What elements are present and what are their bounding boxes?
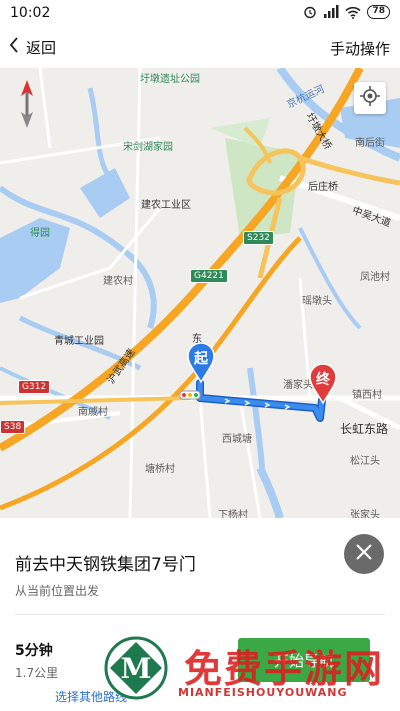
road-shield-s38: S38 — [0, 420, 26, 434]
watermark: M 免费手游网 MIANFEISHOUYOUWANG — [104, 636, 394, 711]
divider — [15, 614, 385, 615]
start-pin-label: 起 — [194, 351, 208, 367]
wifi-icon — [345, 6, 362, 19]
start-pin[interactable]: 起 — [187, 342, 215, 384]
end-pin[interactable]: 终 — [309, 363, 337, 405]
end-pin-label: 终 — [316, 372, 330, 388]
map-label-qingcheng: 青城工业园 — [54, 336, 104, 347]
road-shield-s232: S232 — [243, 231, 274, 245]
watermark-subtitle: MIANFEISHOUYOUWANG — [178, 686, 348, 699]
map-label-houzhuangqiao: 后庄桥 — [308, 182, 338, 193]
route-duration: 5分钟 — [15, 643, 53, 659]
map-label-xiazhuang: 下杨村 — [218, 510, 248, 518]
map-label-nanhoujia: 南后街 — [355, 138, 385, 149]
map-label-jiannong: 建农工业区 — [141, 200, 191, 211]
destination-title: 前去中天钢铁集团7号门 — [15, 555, 196, 575]
close-button[interactable] — [344, 534, 384, 574]
status-bar: 10:02 78 — [0, 0, 400, 26]
compass-icon[interactable] — [12, 78, 42, 130]
map-label-tangqiao: 塘桥村 — [145, 464, 175, 475]
watermark-logo: M — [104, 636, 168, 700]
map-label-zhang: 张家头 — [350, 510, 380, 518]
watermark-title: 免费手游网 — [184, 646, 385, 691]
map-label-yaodun: 瑶墩头 — [302, 296, 332, 307]
map-label-songjianhu: 宋剑湖家园 — [123, 142, 173, 153]
map-label-fengchi: 凤池村 — [360, 272, 390, 283]
svg-text:M: M — [121, 652, 152, 685]
map-label-dejia: 得园 — [30, 228, 50, 239]
road-shield-g312: G312 — [18, 380, 51, 394]
map-label-jiannong-village: 建农村 — [103, 276, 133, 287]
locate-button[interactable] — [354, 82, 386, 114]
header: 返回 手动操作 — [0, 26, 400, 68]
chevron-left-icon — [8, 36, 20, 58]
status-icons: 78 — [303, 5, 390, 19]
alarm-icon — [303, 5, 317, 19]
route-distance: 1.7公里 — [15, 666, 59, 680]
signal-icon — [323, 5, 339, 19]
crosshair-icon — [360, 86, 380, 110]
back-label: 返回 — [26, 38, 57, 57]
status-time: 10:02 — [10, 5, 51, 21]
map-label-xicheng: 西城塘 — [222, 434, 252, 445]
back-button[interactable]: 返回 — [8, 36, 56, 58]
map-label-yudun-park: 圩墩遗址公园 — [140, 74, 200, 85]
manual-operation-button[interactable]: 手动操作 — [330, 38, 390, 59]
map-label-songjiang: 松江头 — [350, 456, 380, 467]
map-label-nanwei: 南戚村 — [78, 407, 108, 418]
road-shield-g4221: G4221 — [190, 269, 228, 283]
map-view[interactable]: 圩墩遗址公园 京杭运河 宋剑湖家园 建农工业区 后庄桥 中吴大道 南后街 圩墩大… — [0, 68, 400, 518]
map-label-changhong: 长虹东路 — [340, 422, 389, 436]
battery-indicator: 78 — [367, 5, 390, 19]
map-base — [0, 68, 400, 518]
close-icon — [354, 542, 374, 566]
map-label-zhenxi: 镇西村 — [352, 390, 382, 401]
origin-text: 从当前位置出发 — [15, 584, 100, 598]
